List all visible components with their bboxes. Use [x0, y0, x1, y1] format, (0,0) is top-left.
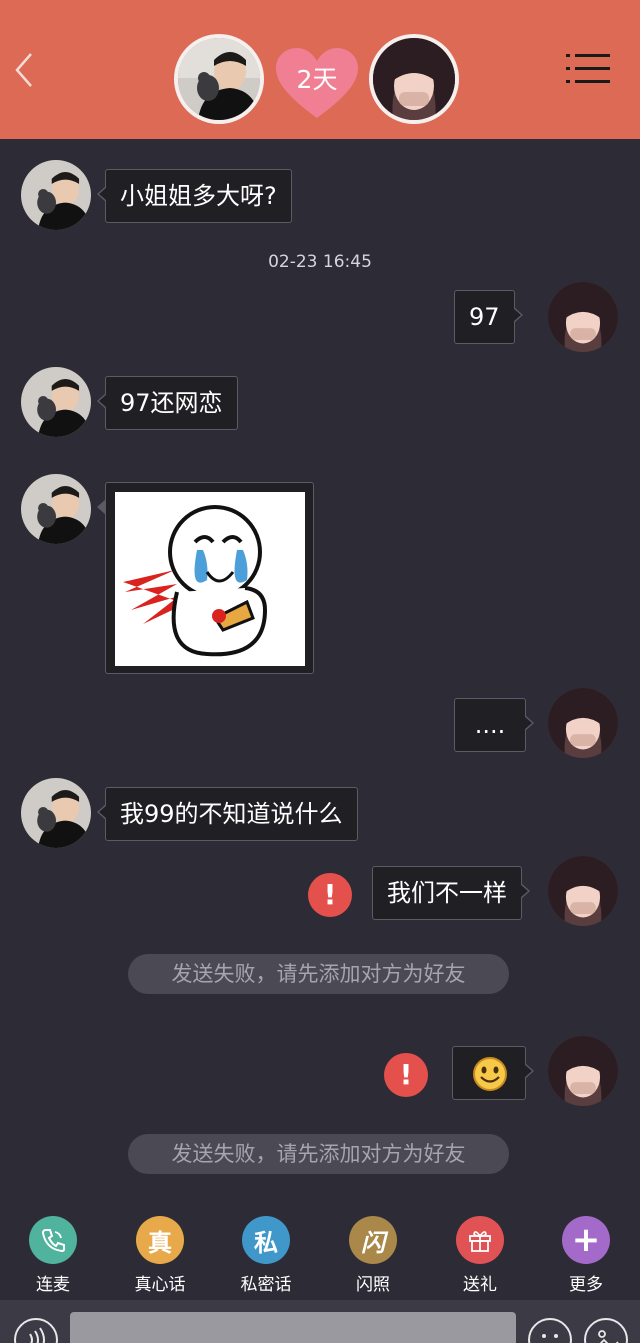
- self-avatar[interactable]: [548, 856, 618, 926]
- input-bar: [0, 1300, 640, 1343]
- send-failed-icon[interactable]: !: [384, 1053, 428, 1097]
- action-private[interactable]: 私 私密话: [226, 1210, 306, 1295]
- phone-icon: [29, 1216, 77, 1264]
- back-arrow-icon: [15, 53, 32, 87]
- message-bubble[interactable]: ....: [454, 698, 534, 752]
- image-icon: [598, 1330, 619, 1343]
- action-more[interactable]: + 更多: [546, 1210, 626, 1295]
- crying-sticker-image: [115, 492, 305, 666]
- private-icon: 私: [242, 1216, 290, 1264]
- action-bar: 连麦 真 真心话 私 私密话 闪 闪照 送礼 + 更多: [0, 1210, 640, 1300]
- truth-icon: 真: [136, 1216, 184, 1264]
- emoji-message[interactable]: [452, 1046, 534, 1100]
- image-button[interactable]: [584, 1318, 628, 1343]
- plus-icon: +: [562, 1216, 610, 1264]
- sender-avatar[interactable]: [21, 367, 91, 437]
- message-bubble[interactable]: 我99的不知道说什么: [97, 787, 358, 841]
- sender-avatar[interactable]: [21, 778, 91, 848]
- send-failed-icon[interactable]: !: [308, 873, 352, 917]
- message-bubble[interactable]: 97: [454, 290, 523, 344]
- message-input[interactable]: [70, 1312, 516, 1343]
- action-truth[interactable]: 真 真心话: [120, 1210, 200, 1295]
- voice-input-button[interactable]: [14, 1318, 58, 1343]
- menu-icon: [566, 54, 610, 83]
- gift-icon: [456, 1216, 504, 1264]
- message-bubble[interactable]: 小姐姐多大呀?: [97, 169, 292, 223]
- self-avatar[interactable]: [548, 1036, 618, 1106]
- message-bubble[interactable]: 我们不一样: [372, 866, 530, 920]
- my-avatar[interactable]: [174, 34, 264, 124]
- action-voice-call[interactable]: 连麦: [13, 1210, 93, 1295]
- sender-avatar[interactable]: [21, 160, 91, 230]
- send-failed-notice: 发送失败，请先添加对方为好友: [128, 1134, 509, 1174]
- partner-avatar[interactable]: [369, 34, 459, 124]
- message-timestamp: 02-23 16:45: [268, 252, 372, 272]
- sticker-message[interactable]: [97, 482, 314, 674]
- menu-button[interactable]: [566, 50, 610, 86]
- self-avatar[interactable]: [548, 688, 618, 758]
- smiley-icon: [542, 1334, 558, 1338]
- action-gift[interactable]: 送礼: [440, 1210, 520, 1295]
- flash-photo-icon: 闪: [349, 1216, 397, 1264]
- emoji-button[interactable]: [528, 1318, 572, 1343]
- days-label: 2天: [296, 65, 338, 94]
- message-bubble[interactable]: 97还网恋: [97, 376, 238, 430]
- send-failed-notice: 发送失败，请先添加对方为好友: [128, 954, 509, 994]
- self-avatar[interactable]: [548, 282, 618, 352]
- action-flash-photo[interactable]: 闪 闪照: [333, 1210, 413, 1295]
- sender-avatar[interactable]: [21, 474, 91, 544]
- back-button[interactable]: [10, 50, 38, 90]
- smiley-emoji-icon: [473, 1057, 507, 1091]
- voice-icon: [29, 1327, 45, 1343]
- chat-header: 2天: [0, 0, 640, 139]
